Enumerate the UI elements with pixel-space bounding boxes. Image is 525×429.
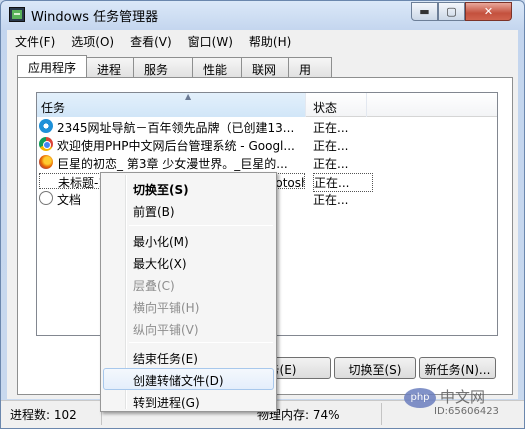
tab-processes[interactable]: 进程 <box>86 57 135 77</box>
context-go-to-process[interactable]: 转到进程(G) <box>103 390 274 412</box>
context-maximize[interactable]: 最大化(X) <box>103 251 274 273</box>
status-divider <box>381 403 382 425</box>
maximize-button[interactable]: ▢ <box>438 2 465 21</box>
task-status: 正在... <box>313 157 349 171</box>
list-header: 任务 ▲ 状态 <box>37 92 497 117</box>
menu-view[interactable]: 查看(V) <box>122 30 180 51</box>
column-header-status[interactable]: 状态 <box>307 93 367 117</box>
task-manager-icon <box>9 7 25 22</box>
context-tile-horizontally: 横向平铺(H) <box>133 301 200 315</box>
watermark-id: ID:65606423 <box>434 406 499 417</box>
task-name: 2345网址导航－百年领先品牌（已创建13... <box>57 121 295 135</box>
new-task-button[interactable]: 新任务(N)... <box>419 357 496 379</box>
close-button[interactable]: ✕ <box>465 2 512 21</box>
context-end-task[interactable]: 结束任务(E) <box>103 346 274 368</box>
menu-file[interactable]: 文件(F) <box>7 30 63 51</box>
site-watermark: php 中文网 ID:65606423 <box>404 384 524 428</box>
sort-ascending-icon: ▲ <box>185 92 192 101</box>
context-cascade: 层叠(C) <box>133 279 175 293</box>
tab-performance[interactable]: 性能 <box>192 57 243 77</box>
tab-services[interactable]: 服务 <box>133 57 194 77</box>
menu-bar: 文件(F) 选项(O) 查看(V) 窗口(W) 帮助(H) <box>7 30 518 51</box>
tab-users[interactable]: 用户 <box>288 57 333 94</box>
minimize-icon: ▬ <box>419 5 430 18</box>
list-item[interactable]: 2345网址导航－百年领先品牌（已创建13... 正在... <box>37 118 497 135</box>
title-bar[interactable]: Windows 任务管理器 ▬ ▢ ✕ <box>1 1 524 29</box>
task-status: 正在... <box>313 139 349 153</box>
window-title: Windows 任务管理器 <box>31 10 159 25</box>
context-create-dump-file[interactable]: 创建转储文件(D) <box>103 368 274 390</box>
context-menu: 切换至(S) 前置(B) 最小化(M) 最大化(X) 层叠(C) 横向平铺(H)… <box>100 172 277 412</box>
tab-applications[interactable]: 应用程序 <box>17 55 88 77</box>
process-count: 进程数: 102 <box>10 408 77 422</box>
watermark-site: 中文网 <box>440 388 486 406</box>
menu-help[interactable]: 帮助(H) <box>241 30 299 51</box>
menu-separator <box>129 225 273 226</box>
list-item[interactable]: 巨星的初恋_ 第3章 少女漫世界。_巨星的... 正在... <box>37 154 497 171</box>
column-header-task-label: 任务 <box>41 101 66 115</box>
task-status: 正在... <box>313 193 349 207</box>
maximize-icon: ▢ <box>446 5 457 18</box>
tab-networking[interactable]: 联网 <box>241 57 290 77</box>
context-minimize[interactable]: 最小化(M) <box>103 229 274 251</box>
minimize-button[interactable]: ▬ <box>411 2 438 21</box>
task-status: 正在... <box>313 121 349 135</box>
menu-separator <box>129 342 273 343</box>
close-icon: ✕ <box>483 5 494 18</box>
tab-strip: 应用程序 进程 服务 性能 联网 用户 <box>17 55 333 94</box>
context-switch-to[interactable]: 切换至(S) <box>103 177 274 199</box>
column-header-task[interactable]: 任务 ▲ <box>37 92 306 117</box>
php-logo: php <box>404 388 436 408</box>
context-bring-to-front[interactable]: 前置(B) <box>103 199 274 221</box>
list-item[interactable]: 欢迎使用PHP中文网后台管理系统 - Googl... 正在... <box>37 136 497 153</box>
task-name: 欢迎使用PHP中文网后台管理系统 - Googl... <box>57 139 295 153</box>
menu-options[interactable]: 选项(O) <box>63 30 122 51</box>
switch-to-button[interactable]: 切换至(S) <box>334 357 416 379</box>
task-name: 巨星的初恋_ 第3章 少女漫世界。_巨星的... <box>57 157 288 171</box>
context-tile-vertically: 纵向平铺(V) <box>133 323 199 337</box>
menu-window[interactable]: 窗口(W) <box>180 30 241 51</box>
